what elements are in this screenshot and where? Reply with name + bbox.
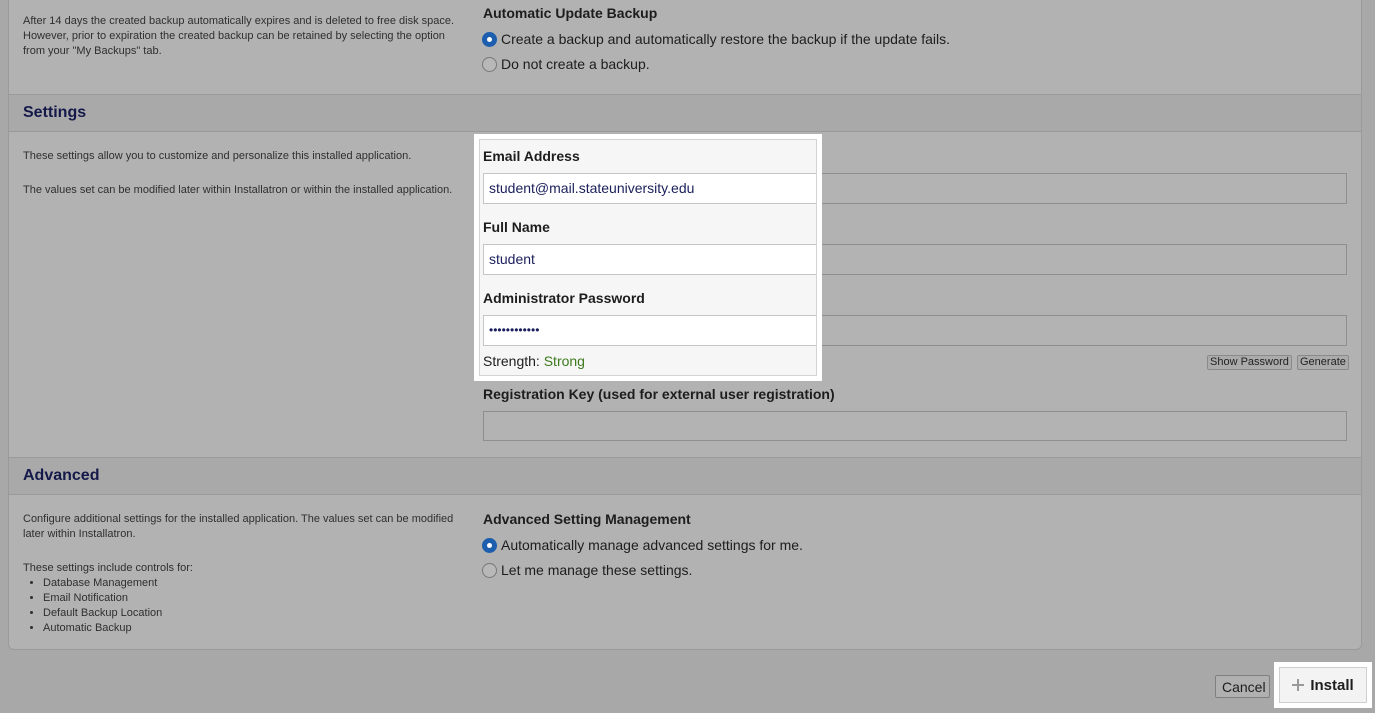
backup-option-create[interactable]: Create a backup and automatically restor… — [482, 31, 950, 47]
advanced-option-manual[interactable]: Let me manage these settings. — [482, 562, 692, 578]
highlighted-credentials-box: Email Address student@mail.stateuniversi… — [474, 134, 822, 381]
fullname-label: Full Name — [483, 219, 550, 235]
radio-checked-icon[interactable] — [482, 537, 497, 553]
cancel-button[interactable]: Cancel — [1215, 675, 1270, 698]
backup-option-none[interactable]: Do not create a backup. — [482, 56, 650, 72]
advanced-title: Advanced — [23, 467, 100, 484]
password-field[interactable]: •••••••••••• — [483, 315, 816, 346]
email-label: Email Address — [483, 148, 580, 164]
fullname-field[interactable]: student — [483, 244, 816, 275]
password-label: Administrator Password — [483, 290, 645, 306]
advanced-section-header: Advanced — [9, 457, 1361, 495]
settings-title: Settings — [23, 104, 87, 121]
advanced-controls-list: Database Management Email Notification D… — [23, 576, 162, 636]
advanced-option-auto-label: Automatically manage advanced settings f… — [501, 537, 803, 553]
backup-option-none-label: Do not create a backup. — [501, 56, 650, 72]
regkey-input[interactable] — [483, 411, 1347, 441]
list-item: Database Management — [43, 576, 162, 591]
settings-section-header: Settings — [9, 94, 1361, 132]
install-button[interactable]: Install — [1279, 667, 1367, 703]
regkey-label: Registration Key (used for external user… — [483, 386, 835, 402]
advanced-option-auto[interactable]: Automatically manage advanced settings f… — [482, 537, 803, 553]
password-strength: Strength: Strong — [483, 353, 585, 369]
plus-icon — [1292, 679, 1305, 691]
backup-label: Automatic Update Backup — [483, 5, 658, 21]
list-item: Default Backup Location — [43, 606, 162, 621]
settings-description: These settings allow you to customize an… — [23, 150, 412, 162]
radio-unchecked-icon[interactable] — [482, 56, 497, 72]
install-button-label: Install — [1310, 676, 1354, 694]
backup-description: After 14 days the created backup automat… — [23, 15, 455, 57]
highlighted-install-box: Install — [1274, 662, 1372, 708]
strength-label: Strength: — [483, 353, 540, 369]
show-password-button[interactable]: Show Password — [1207, 355, 1292, 370]
generate-password-button[interactable]: Generate — [1297, 355, 1349, 370]
advanced-description-2: These settings include controls for: — [23, 562, 193, 574]
advanced-description: Configure additional settings for the in… — [23, 513, 454, 540]
credentials-panel: Email Address student@mail.stateuniversi… — [479, 139, 817, 376]
list-item: Automatic Backup — [43, 621, 162, 636]
radio-checked-icon[interactable] — [482, 31, 497, 47]
settings-description-2: The values set can be modified later wit… — [23, 184, 453, 196]
list-item: Email Notification — [43, 591, 162, 606]
backup-option-create-label: Create a backup and automatically restor… — [501, 31, 951, 47]
email-field[interactable]: student@mail.stateuniversity.edu — [483, 173, 816, 204]
advanced-setting-label: Advanced Setting Management — [483, 511, 691, 527]
strength-value: Strong — [543, 353, 585, 369]
radio-unchecked-icon[interactable] — [482, 562, 497, 578]
advanced-option-manual-label: Let me manage these settings. — [501, 562, 693, 578]
